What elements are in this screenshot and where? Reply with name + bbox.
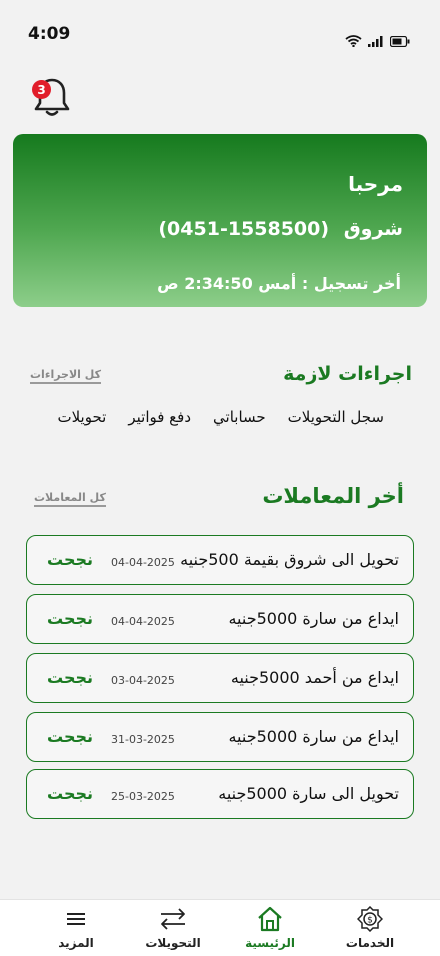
nav-services-label: الخدمات (345, 936, 395, 950)
transaction-status: نجحت (47, 784, 94, 803)
transaction-date: 25-03-2025 (111, 790, 175, 803)
transaction-description: ايداع من سارة 5000جنيه (228, 609, 399, 628)
menu-icon (67, 913, 85, 925)
all-transactions-link[interactable]: كل المعاملات (34, 491, 106, 507)
transfer-arrows-icon (161, 908, 185, 930)
transaction-date: 03-04-2025 (111, 674, 175, 687)
transaction-row[interactable]: تحويل الى شروق بقيمة 500جنيه 04-04-2025 … (26, 535, 414, 585)
cellular-signal-icon (368, 32, 384, 51)
transaction-status: نجحت (47, 668, 94, 687)
nav-more[interactable]: المزيد (36, 904, 116, 950)
user-info: شروق (1558500-0451) (158, 218, 403, 240)
action-transfers[interactable]: تحويلات (57, 408, 106, 426)
nav-transfers-label: التحويلات (145, 936, 201, 950)
account-number: (1558500-0451) (158, 218, 330, 240)
user-name: شروق (343, 218, 403, 240)
transaction-row[interactable]: ايداع من سارة 5000جنيه 31-03-2025 نجحت (26, 712, 414, 762)
notification-count-badge: 3 (32, 80, 51, 99)
transaction-row[interactable]: ايداع من سارة 5000جنيه 04-04-2025 نجحت (26, 594, 414, 644)
action-my-accounts[interactable]: حساباتي (213, 408, 266, 426)
transaction-date: 04-04-2025 (111, 615, 175, 628)
all-actions-link[interactable]: كل الاجراءات (30, 368, 101, 384)
welcome-text: مرحبا (348, 172, 403, 196)
quick-actions-title: اجراءات لازمة (283, 363, 412, 385)
home-screen: 4:09 3 مرحبا شروق (1558500-0451) أخر تسج… (0, 0, 440, 956)
battery-icon (389, 32, 410, 51)
transaction-status: نجحت (47, 550, 94, 569)
transaction-row[interactable]: ايداع من أحمد 5000جنيه 03-04-2025 نجحت (26, 653, 414, 703)
transaction-description: تحويل الى شروق بقيمة 500جنيه (180, 550, 399, 569)
transaction-status: نجحت (47, 609, 94, 628)
nav-home[interactable]: الرئيسية (230, 904, 310, 950)
wifi-icon (345, 32, 362, 51)
transaction-description: تحويل الى سارة 5000جنيه (218, 784, 399, 803)
nav-services[interactable]: $ الخدمات (330, 904, 410, 950)
services-coin-icon: $ (357, 906, 383, 932)
svg-text:$: $ (367, 916, 373, 926)
quick-actions-row: تحويلات دفع فواتير حساباتي سجل التحويلات (57, 408, 384, 426)
action-transfer-history[interactable]: سجل التحويلات (288, 408, 384, 426)
status-icons (345, 32, 410, 51)
status-time: 4:09 (28, 24, 71, 44)
transactions-title: أخر المعاملات (262, 484, 404, 508)
transaction-date: 04-04-2025 (111, 556, 175, 569)
action-pay-bills[interactable]: دفع فواتير (128, 408, 191, 426)
last-login-text: أخر تسجيل : أمس 2:34:50 ص (157, 274, 401, 293)
transaction-status: نجحت (47, 727, 94, 746)
transaction-description: ايداع من سارة 5000جنيه (228, 727, 399, 746)
transaction-description: ايداع من أحمد 5000جنيه (230, 668, 399, 687)
transaction-row[interactable]: تحويل الى سارة 5000جنيه 25-03-2025 نجحت (26, 769, 414, 819)
nav-home-label: الرئيسية (245, 936, 295, 950)
nav-more-label: المزيد (58, 936, 94, 950)
account-summary-card: مرحبا شروق (1558500-0451) أخر تسجيل : أم… (13, 134, 427, 307)
home-icon (258, 906, 282, 932)
transaction-date: 31-03-2025 (111, 733, 175, 746)
bottom-navigation: $ الخدمات الرئيسية التحويلات المزيد (0, 899, 440, 956)
nav-transfers[interactable]: التحويلات (133, 904, 213, 950)
